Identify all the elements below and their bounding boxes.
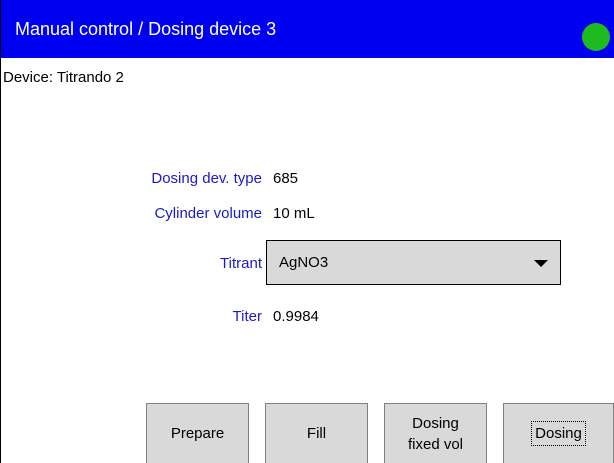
cylinder-volume-value: 10 mL (273, 205, 315, 222)
titrant-label: Titrant (220, 255, 262, 272)
window-border (0, 0, 1, 463)
fill-button-label: Fill (306, 425, 327, 442)
fill-button[interactable]: Fill (265, 403, 368, 463)
titrant-select[interactable]: AgNO3 (266, 240, 561, 285)
status-indicator-icon (582, 23, 610, 51)
titer-value: 0.9984 (273, 308, 319, 325)
prepare-button-label: Prepare (170, 425, 225, 442)
dosing-fixed-vol-label-line2: fixed vol (407, 435, 464, 453)
title-bar: Manual control / Dosing device 3 (1, 0, 614, 58)
prepare-button[interactable]: Prepare (146, 403, 249, 463)
dosing-dev-type-value: 685 (273, 170, 299, 187)
dosing-dev-type-row: Dosing dev. type 685 (0, 170, 614, 190)
titrant-selected-value: AgNO3 (279, 254, 329, 271)
device-label: Device: Titrando 2 (3, 69, 124, 86)
dosing-fixed-vol-button[interactable]: Dosing fixed vol (384, 403, 487, 463)
dosing-dev-type-label: Dosing dev. type (151, 170, 262, 187)
titer-row: Titer 0.9984 (0, 308, 614, 328)
titer-label: Titer (232, 308, 262, 325)
dosing-button[interactable]: Dosing (503, 403, 614, 463)
dropdown-arrow-icon (534, 260, 548, 267)
cylinder-volume-label: Cylinder volume (154, 205, 262, 222)
dosing-fixed-vol-label-line1: Dosing (412, 414, 459, 432)
cylinder-volume-row: Cylinder volume 10 mL (0, 205, 614, 225)
page-title: Manual control / Dosing device 3 (15, 19, 277, 39)
dosing-button-label: Dosing (531, 421, 586, 446)
